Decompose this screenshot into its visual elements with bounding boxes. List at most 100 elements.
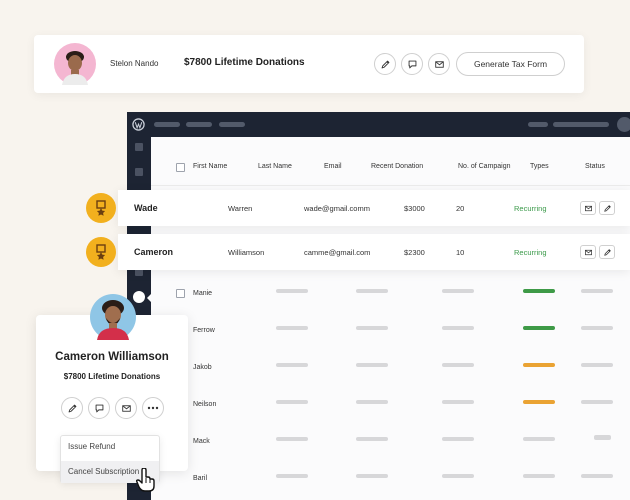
select-all-checkbox[interactable]	[176, 163, 185, 172]
donor-name: Stelon Nando	[110, 59, 159, 68]
table-row[interactable]: Cameron Williamson camme@gmail.com $2300…	[118, 234, 630, 270]
avatar[interactable]	[617, 117, 630, 132]
email-button[interactable]	[580, 245, 596, 259]
edit-button[interactable]	[61, 397, 83, 419]
first-name: Neilson	[193, 401, 217, 408]
placeholder-bar	[276, 437, 308, 441]
placeholder-bar	[581, 289, 613, 293]
col-status[interactable]: Status	[585, 163, 605, 170]
placeholder-bar	[442, 474, 474, 478]
wordpress-icon[interactable]	[132, 118, 145, 131]
placeholder-bar	[356, 289, 388, 293]
col-email[interactable]: Email	[324, 163, 342, 170]
placeholder-bar	[581, 363, 613, 367]
type-badge: Recurring	[514, 248, 547, 257]
first-name: Wade	[134, 203, 158, 213]
first-name: Jakob	[193, 364, 212, 371]
placeholder-bar	[276, 289, 308, 293]
medal-icon	[86, 237, 116, 267]
col-first-name[interactable]: First Name	[193, 163, 227, 170]
type-bar	[523, 289, 555, 293]
recent-donation: $3000	[404, 204, 425, 213]
edit-button[interactable]	[374, 53, 396, 75]
placeholder-bar	[356, 363, 388, 367]
first-name: Cameron	[134, 247, 174, 257]
first-name: Mack	[193, 438, 210, 445]
mail-icon	[121, 403, 132, 414]
menu-placeholder[interactable]	[154, 122, 180, 127]
issue-refund-item[interactable]: Issue Refund	[68, 442, 115, 451]
col-recent-donation[interactable]: Recent Donation	[371, 163, 423, 170]
avatar	[54, 43, 96, 85]
more-button[interactable]	[142, 397, 164, 419]
first-name: Manie	[193, 290, 213, 297]
medal-icon	[86, 193, 116, 223]
col-types[interactable]: Types	[530, 163, 549, 170]
email-button[interactable]	[428, 53, 450, 75]
hand-cursor-icon	[136, 468, 155, 492]
chat-icon	[94, 403, 105, 414]
lifetime-donations: $7800 Lifetime Donations	[184, 57, 305, 68]
avatar	[90, 294, 136, 340]
type-bar	[523, 437, 555, 441]
edit-button[interactable]	[599, 201, 615, 215]
placeholder-bar	[581, 474, 613, 478]
email-button[interactable]	[115, 397, 137, 419]
placeholder-bar	[594, 435, 611, 440]
mail-icon	[584, 248, 593, 257]
sidebar-item[interactable]	[135, 143, 143, 151]
table-row[interactable]: Wade Warren wade@gmail.comm $3000 20 Rec…	[118, 190, 630, 226]
chat-icon	[407, 59, 418, 70]
placeholder-bar	[442, 289, 474, 293]
placeholder-bar	[356, 326, 388, 330]
placeholder-bar	[276, 363, 308, 367]
type-bar	[523, 400, 555, 404]
menu-placeholder[interactable]	[553, 122, 609, 127]
placeholder-bar	[581, 400, 613, 404]
pencil-icon	[67, 403, 78, 414]
first-name: Baril	[193, 475, 208, 482]
more-icon	[147, 406, 159, 410]
recent-donation: $2300	[404, 248, 425, 257]
col-last-name[interactable]: Last Name	[258, 163, 292, 170]
campaign-count: 10	[456, 248, 465, 257]
pencil-icon	[603, 204, 612, 213]
lifetime-donations: $7800 Lifetime Donations	[63, 372, 161, 381]
placeholder-bar	[581, 326, 613, 330]
row-checkbox[interactable]	[176, 289, 185, 298]
generate-tax-form-button[interactable]: Generate Tax Form	[456, 52, 565, 76]
comment-button[interactable]	[88, 397, 110, 419]
sidebar-item[interactable]	[135, 168, 143, 176]
mail-icon	[434, 59, 445, 70]
email-button[interactable]	[580, 201, 596, 215]
email: camme@gmail.com	[304, 248, 371, 257]
profile-name: Cameron Williamson	[55, 351, 169, 363]
col-campaigns[interactable]: No. of Campaign	[458, 163, 511, 170]
menu-placeholder[interactable]	[186, 122, 212, 127]
placeholder-bar	[356, 400, 388, 404]
pencil-icon	[380, 59, 391, 70]
last-name: Warren	[228, 204, 253, 213]
placeholder-bar	[356, 474, 388, 478]
type-bar	[523, 363, 555, 367]
placeholder-bar	[276, 474, 308, 478]
placeholder-bar	[442, 363, 474, 367]
first-name: Ferrow	[193, 327, 215, 334]
placeholder-bar	[356, 437, 388, 441]
admin-top-bar	[127, 112, 630, 137]
placeholder-bar	[276, 326, 308, 330]
type-bar	[523, 326, 555, 330]
donor-summary-card: Stelon Nando $7800 Lifetime Donations Ge…	[34, 35, 584, 93]
type-bar	[523, 474, 555, 478]
placeholder-bar	[276, 400, 308, 404]
comment-button[interactable]	[401, 53, 423, 75]
pencil-icon	[603, 248, 612, 257]
mail-icon	[584, 204, 593, 213]
menu-placeholder[interactable]	[528, 122, 548, 127]
last-name: Williamson	[228, 248, 265, 257]
placeholder-bar	[442, 326, 474, 330]
edit-button[interactable]	[599, 245, 615, 259]
campaign-count: 20	[456, 204, 465, 213]
email: wade@gmail.comm	[304, 204, 370, 213]
menu-placeholder[interactable]	[219, 122, 245, 127]
